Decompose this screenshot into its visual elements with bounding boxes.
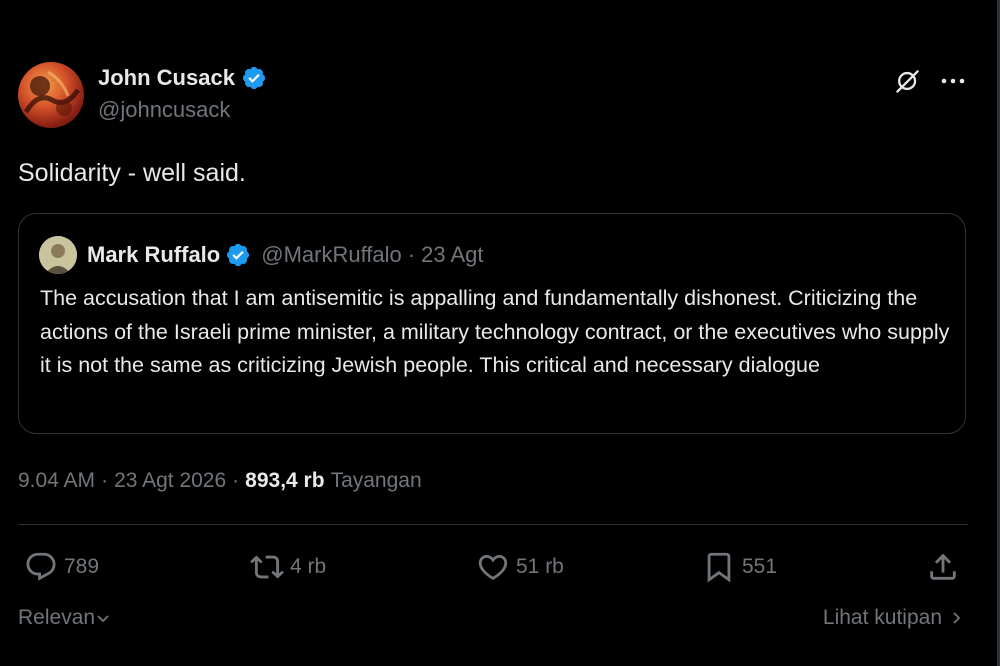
bookmark-icon <box>707 552 731 583</box>
separator-dot: · <box>407 242 416 267</box>
views-label: Tayangan <box>330 469 422 492</box>
share-button[interactable] <box>926 545 960 589</box>
tweet-date[interactable]: 23 Agt 2026 <box>114 469 226 493</box>
repost-button[interactable]: 4 rb <box>250 545 326 589</box>
bookmark-count: 551 <box>742 555 778 578</box>
quoted-tweet-date[interactable]: 23 Agt <box>421 242 483 268</box>
heart-icon <box>478 554 508 580</box>
separator-dot: · <box>232 469 240 492</box>
grok-button[interactable] <box>891 64 925 98</box>
view-quotes-link[interactable]: Lihat kutipan <box>823 603 964 633</box>
sort-label: Relevan <box>18 606 96 629</box>
chevron-down-icon <box>97 615 109 623</box>
author-name-row: John Cusack <box>98 62 267 94</box>
quoted-tweet-text: The accusation that I am antisemitic is … <box>40 286 950 377</box>
quoted-tweet-header: Mark Ruffalo @MarkRuffalo · 23 Agt <box>39 235 484 275</box>
more-dots-icon <box>941 78 965 84</box>
tweet-header: John Cusack @johncusack <box>18 60 978 132</box>
share-icon <box>930 553 956 580</box>
tweet-time[interactable]: 9.04 AM <box>18 469 95 493</box>
verified-badge-icon[interactable] <box>225 242 251 268</box>
author-handle[interactable]: @johncusack <box>98 97 267 123</box>
more-options-button[interactable] <box>936 64 970 98</box>
reply-count: 789 <box>64 555 100 578</box>
quoted-author-avatar[interactable] <box>39 236 77 274</box>
quoted-author-handle[interactable]: @MarkRuffalo <box>261 242 402 268</box>
action-bar: 789 4 rb 51 rb 551 <box>18 545 968 589</box>
chevron-right-icon <box>953 612 961 624</box>
views-count: 893,4 rb <box>245 469 325 492</box>
author-avatar[interactable] <box>18 62 84 128</box>
bookmark-button[interactable]: 551 <box>702 545 777 589</box>
divider <box>18 524 968 525</box>
tweet-meta: 9.04 AM · 23 Agt 2026 · 893,4 rb Tayanga… <box>18 466 422 496</box>
reply-button[interactable]: 789 <box>24 545 99 589</box>
author-name[interactable]: John Cusack <box>98 65 235 91</box>
avatar-image-icon <box>23 70 81 116</box>
like-button[interactable]: 51 rb <box>476 545 564 589</box>
grok-icon <box>896 70 919 93</box>
quoted-author-name[interactable]: Mark Ruffalo <box>87 242 220 268</box>
tweet-text: Solidarity - well said. <box>18 159 246 187</box>
sort-replies-button[interactable]: Relevan <box>18 603 111 633</box>
verified-badge-icon[interactable] <box>241 65 267 91</box>
avatar-image-icon <box>39 236 77 274</box>
author-info: John Cusack @johncusack <box>98 62 267 123</box>
separator-dot: · <box>101 469 109 492</box>
repost-count: 4 rb <box>290 555 327 578</box>
like-count: 51 rb <box>516 555 564 578</box>
quoted-tweet[interactable]: Mark Ruffalo @MarkRuffalo · 23 Agt The a… <box>18 213 966 434</box>
view-quotes-label: Lihat kutipan <box>822 606 942 629</box>
repost-icon <box>250 555 284 579</box>
reply-icon <box>26 552 56 581</box>
